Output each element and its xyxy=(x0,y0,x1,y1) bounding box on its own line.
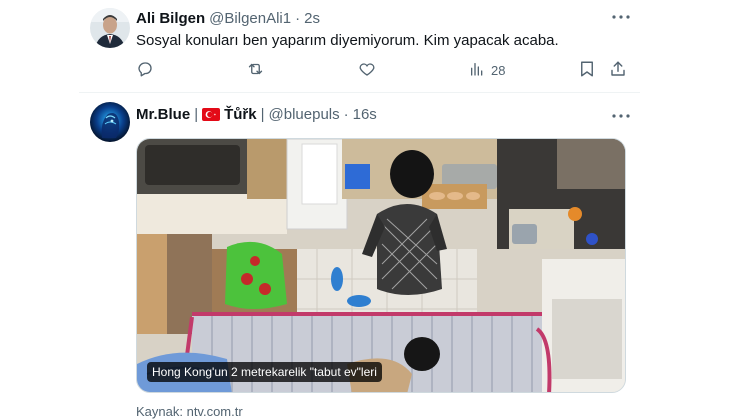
media-caption: Hong Kong'un 2 metrekarelik "tabut ev"le… xyxy=(147,362,382,382)
like-button[interactable] xyxy=(358,60,376,80)
heart-icon xyxy=(358,60,376,81)
share-button[interactable] xyxy=(609,60,627,80)
views-count: 28 xyxy=(491,62,506,78)
avatar[interactable] xyxy=(90,8,130,48)
author-handle[interactable]: @bluepuls xyxy=(269,106,340,123)
bookmark-icon xyxy=(579,60,595,81)
separator-dot: · xyxy=(295,9,301,27)
name-separator: | xyxy=(194,105,199,123)
turkey-flag-icon xyxy=(202,107,221,121)
views-icon xyxy=(469,61,485,80)
more-options-icon[interactable] xyxy=(610,6,632,28)
media-card[interactable]: Hong Kong'un 2 metrekarelik "tabut ev"le… xyxy=(136,138,626,393)
timestamp[interactable]: 2s xyxy=(304,10,320,27)
author-name[interactable]: Mr.Blue xyxy=(136,106,190,123)
tweet-header: Mr.Blue | Ťůřk | @bluepuls · 16s xyxy=(136,104,377,124)
tweet-actions: 28 xyxy=(136,60,626,82)
reply-button[interactable] xyxy=(136,60,154,80)
name-suffix: Ťůřk xyxy=(224,105,257,123)
timestamp[interactable]: 16s xyxy=(353,106,377,123)
avatar[interactable] xyxy=(90,102,130,142)
tweet-ali-bilgen[interactable]: Ali Bilgen @BilgenAli1 · 2s Sosyal konul… xyxy=(79,0,640,92)
coffin-home-photo xyxy=(137,139,625,392)
name-separator: | xyxy=(260,105,265,123)
tweet-header: Ali Bilgen @BilgenAli1 · 2s xyxy=(136,8,320,28)
retweet-button[interactable] xyxy=(246,60,265,80)
separator-dot: · xyxy=(343,105,349,123)
views-button[interactable]: 28 xyxy=(469,60,505,80)
tweet-mr-blue[interactable]: Mr.Blue | Ťůřk | @bluepuls · 16s Hong Ko… xyxy=(79,93,640,420)
author-handle[interactable]: @BilgenAli1 xyxy=(209,10,291,27)
media-source-link[interactable]: Kaynak: ntv.com.tr xyxy=(136,404,243,419)
retweet-icon xyxy=(246,60,265,81)
share-icon xyxy=(609,60,627,81)
reply-icon xyxy=(136,60,154,81)
tweet-text: Sosyal konuları ben yaparım diyemiyorum.… xyxy=(136,32,559,49)
author-name[interactable]: Ali Bilgen xyxy=(136,10,205,27)
more-options-icon[interactable] xyxy=(610,105,632,127)
bookmark-button[interactable] xyxy=(579,60,595,80)
